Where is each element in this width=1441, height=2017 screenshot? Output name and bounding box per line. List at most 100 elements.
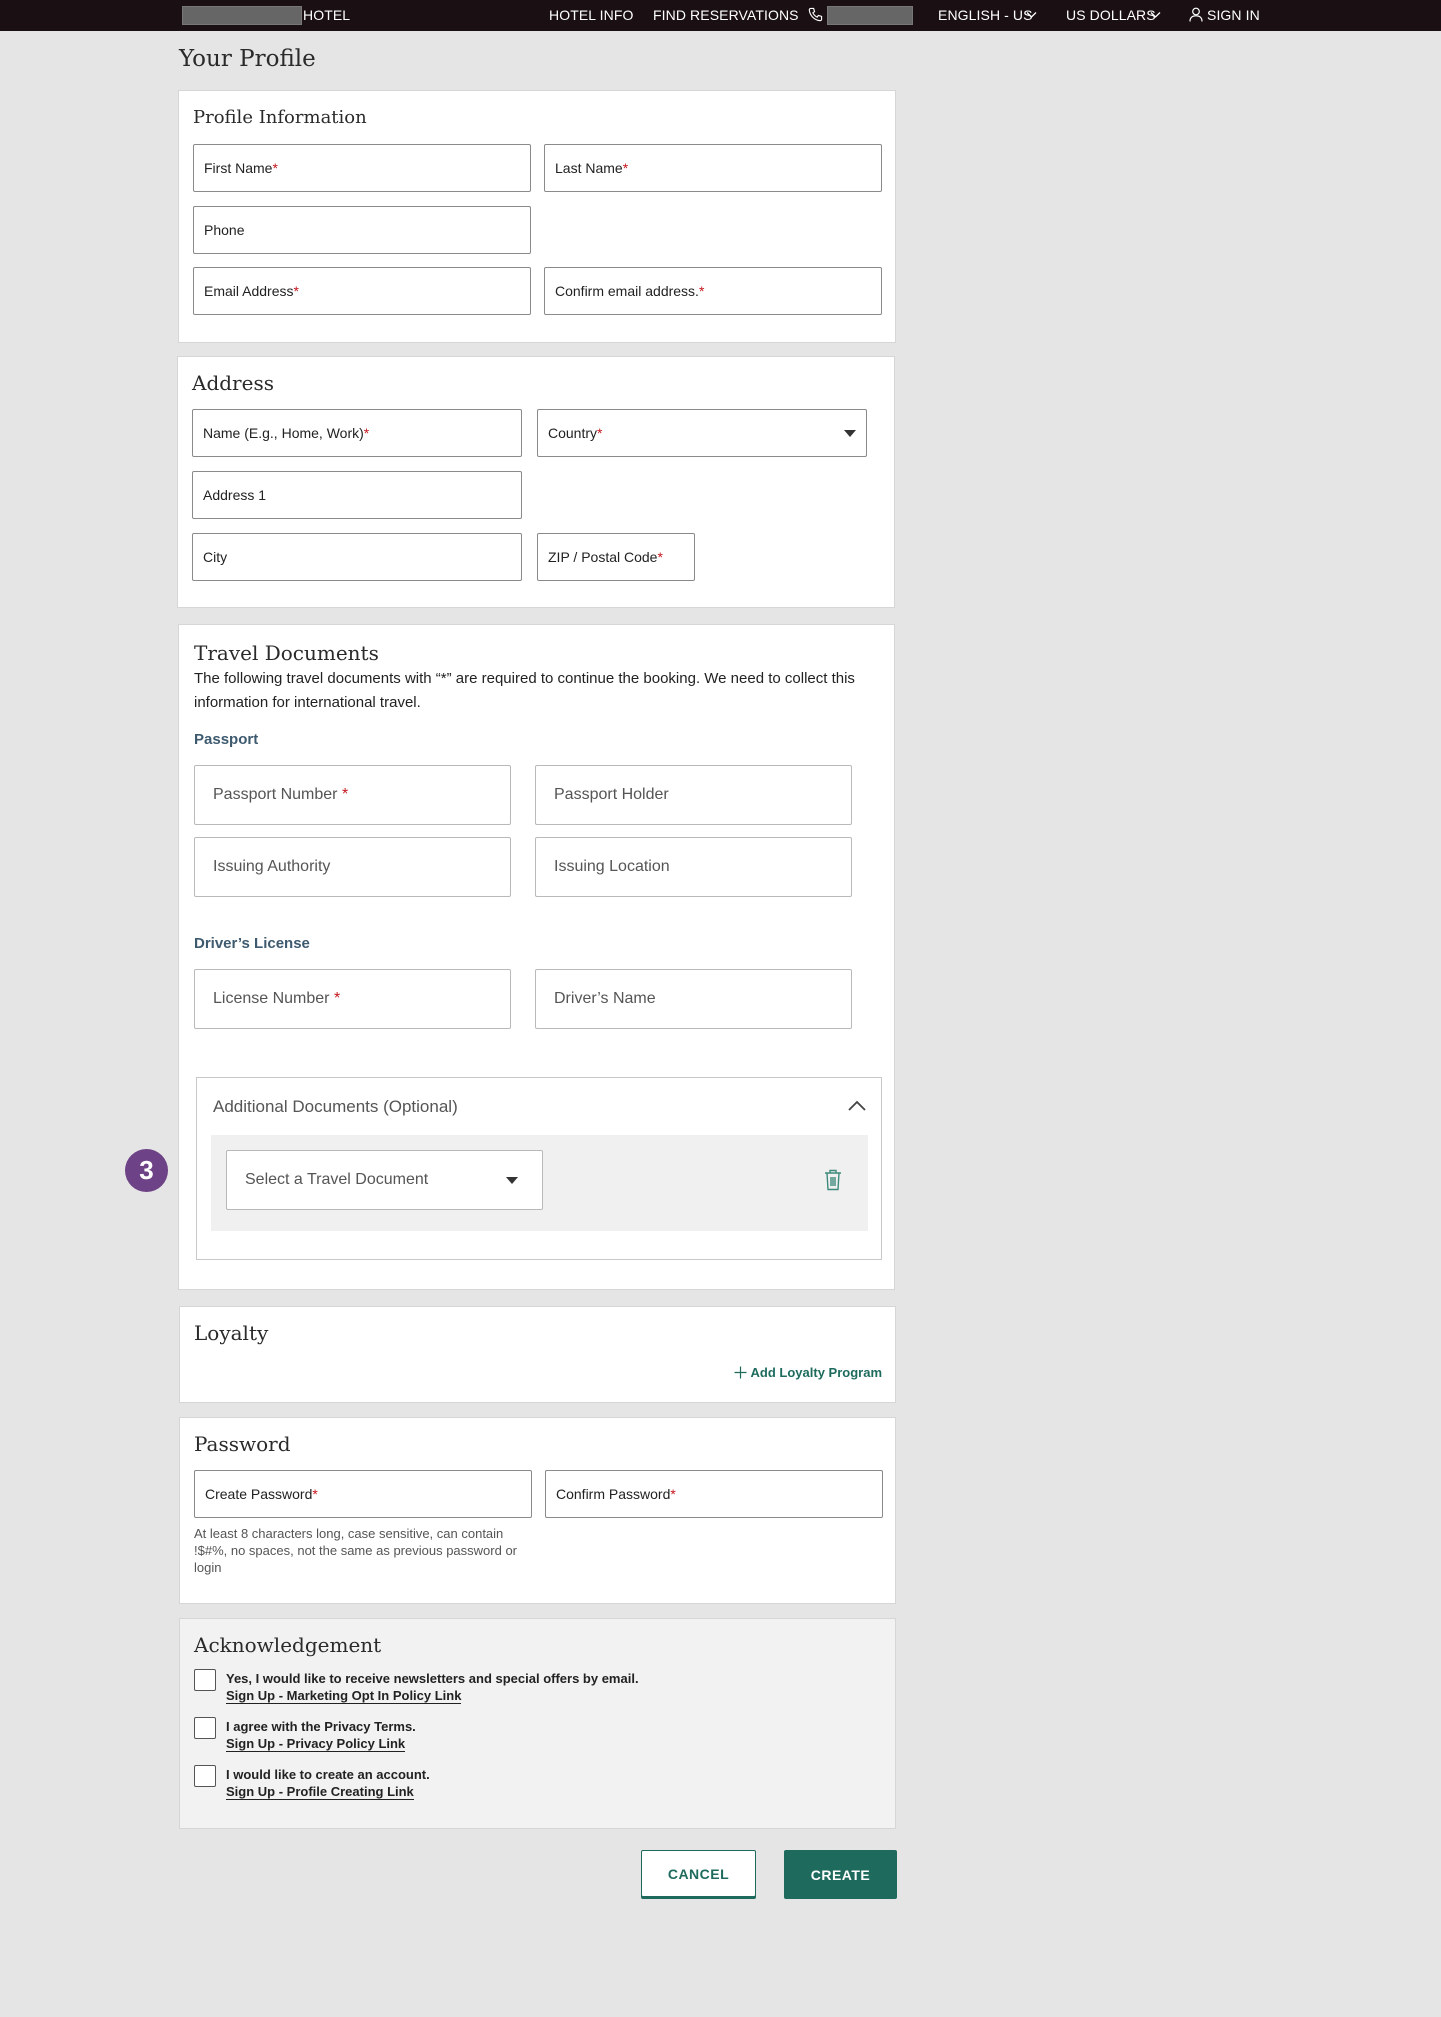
last-name-label: Last Name bbox=[555, 160, 623, 176]
currency-selector[interactable]: US DOLLARS bbox=[1066, 8, 1156, 23]
loyalty-card: Loyalty Add Loyalty Program bbox=[179, 1306, 896, 1403]
privacy-terms-checkbox[interactable] bbox=[194, 1717, 216, 1739]
address-card: Address Name (E.g., Home, Work)* Country… bbox=[177, 356, 895, 608]
travel-document-select-label: Select a Travel Document bbox=[245, 1171, 429, 1188]
confirm-password-label: Confirm Password bbox=[556, 1486, 671, 1502]
document-row: Select a Travel Document bbox=[211, 1135, 868, 1231]
first-name-label: First Name bbox=[204, 160, 273, 176]
add-loyalty-program-label: Add Loyalty Program bbox=[750, 1365, 882, 1380]
newsletter-consent-text: Yes, I would like to receive newsletters… bbox=[226, 1671, 639, 1686]
country-select[interactable]: Country* bbox=[537, 409, 867, 457]
zip-field[interactable]: ZIP / Postal Code* bbox=[537, 533, 695, 581]
dropdown-arrow-icon bbox=[844, 430, 856, 437]
acknowledgement-section-title: Acknowledgement bbox=[194, 1633, 382, 1657]
hotel-logo-redacted[interactable] bbox=[182, 6, 302, 25]
required-mark: * bbox=[272, 160, 278, 176]
required-mark: * bbox=[341, 786, 349, 803]
address-section-title: Address bbox=[192, 371, 274, 395]
dropdown-arrow-icon bbox=[506, 1177, 518, 1184]
first-name-field[interactable]: First Name* bbox=[193, 144, 531, 192]
loyalty-section-title: Loyalty bbox=[194, 1321, 269, 1345]
additional-documents-panel: Additional Documents (Optional) Select a… bbox=[196, 1077, 882, 1260]
drivers-license-heading: Driver’s License bbox=[194, 935, 310, 952]
brand-name[interactable]: HOTEL bbox=[303, 8, 350, 23]
phone-label: Phone bbox=[204, 222, 245, 238]
passport-number-label: Passport Number bbox=[213, 786, 338, 803]
passport-number-field[interactable]: Passport Number * bbox=[194, 765, 511, 825]
top-nav: HOTEL HOTEL INFO FIND RESERVATIONS ENGLI… bbox=[0, 0, 1441, 31]
license-number-label: License Number bbox=[213, 990, 330, 1007]
required-mark: * bbox=[670, 1486, 676, 1502]
password-section-title: Password bbox=[194, 1432, 291, 1456]
city-field[interactable]: City bbox=[192, 533, 522, 581]
create-password-label: Create Password bbox=[205, 1486, 313, 1502]
confirm-email-field[interactable]: Confirm email address.* bbox=[544, 267, 882, 315]
create-password-field[interactable]: Create Password* bbox=[194, 1470, 532, 1518]
required-mark: * bbox=[698, 283, 705, 299]
privacy-terms-text: I agree with the Privacy Terms. bbox=[226, 1719, 416, 1734]
required-mark: * bbox=[312, 1486, 318, 1502]
phone-field[interactable]: Phone bbox=[193, 206, 531, 254]
chevron-down-icon bbox=[1026, 12, 1037, 18]
chevron-up-icon[interactable] bbox=[847, 1100, 867, 1112]
user-icon bbox=[1189, 7, 1203, 22]
travel-section-title: Travel Documents bbox=[194, 641, 379, 665]
create-account-text: I would like to create an account. bbox=[226, 1767, 430, 1782]
license-number-field[interactable]: License Number * bbox=[194, 969, 511, 1029]
privacy-policy-link[interactable]: Sign Up - Privacy Policy Link bbox=[226, 1736, 406, 1752]
password-card: Password Create Password* Confirm Passwo… bbox=[179, 1417, 896, 1604]
cancel-button[interactable]: CANCEL bbox=[641, 1850, 756, 1897]
confirm-email-label: Confirm email address. bbox=[555, 283, 699, 299]
plus-icon bbox=[734, 1366, 747, 1379]
required-mark: * bbox=[657, 549, 663, 565]
required-mark: * bbox=[333, 990, 341, 1007]
passport-holder-field[interactable]: Passport Holder bbox=[535, 765, 852, 825]
address-name-label: Name (E.g., Home, Work) bbox=[203, 425, 364, 441]
address1-field[interactable]: Address 1 bbox=[192, 471, 522, 519]
language-selector[interactable]: ENGLISH - US bbox=[938, 8, 1033, 23]
profile-information-card: Profile Information First Name* Last Nam… bbox=[178, 90, 896, 343]
last-name-field[interactable]: Last Name* bbox=[544, 144, 882, 192]
zip-label: ZIP / Postal Code bbox=[548, 549, 658, 565]
passport-holder-label: Passport Holder bbox=[554, 786, 669, 803]
add-loyalty-program-button[interactable]: Add Loyalty Program bbox=[734, 1365, 882, 1380]
profile-section-title: Profile Information bbox=[193, 107, 367, 128]
drivers-name-label: Driver’s Name bbox=[554, 990, 656, 1007]
issuing-authority-field[interactable]: Issuing Authority bbox=[194, 837, 511, 897]
passport-heading: Passport bbox=[194, 731, 259, 748]
address1-label: Address 1 bbox=[203, 487, 267, 503]
chevron-down-icon bbox=[1150, 12, 1161, 18]
create-account-checkbox[interactable] bbox=[194, 1765, 216, 1787]
sign-in-link[interactable]: SIGN IN bbox=[1207, 8, 1260, 23]
confirm-password-field[interactable]: Confirm Password* bbox=[545, 1470, 883, 1518]
trash-icon[interactable] bbox=[824, 1169, 842, 1191]
additional-documents-title[interactable]: Additional Documents (Optional) bbox=[213, 1097, 458, 1117]
newsletter-checkbox[interactable] bbox=[194, 1669, 216, 1691]
phone-number-redacted[interactable] bbox=[827, 6, 913, 25]
address-name-field[interactable]: Name (E.g., Home, Work)* bbox=[192, 409, 522, 457]
issuing-location-label: Issuing Location bbox=[554, 858, 670, 875]
required-mark: * bbox=[293, 283, 299, 299]
acknowledgement-card: Acknowledgement Yes, I would like to rec… bbox=[179, 1618, 896, 1829]
email-label: Email Address bbox=[204, 283, 294, 299]
nav-hotel-info-link[interactable]: HOTEL INFO bbox=[549, 8, 634, 23]
nav-find-reservations-link[interactable]: FIND RESERVATIONS bbox=[653, 8, 799, 23]
travel-document-select[interactable]: Select a Travel Document bbox=[226, 1150, 543, 1210]
required-mark: * bbox=[363, 425, 370, 441]
password-hint: At least 8 characters long, case sensiti… bbox=[194, 1526, 518, 1575]
city-label: City bbox=[203, 549, 228, 565]
phone-icon bbox=[808, 7, 823, 22]
required-mark: * bbox=[597, 425, 603, 441]
marketing-policy-link[interactable]: Sign Up - Marketing Opt In Policy Link bbox=[226, 1688, 462, 1704]
issuing-location-field[interactable]: Issuing Location bbox=[535, 837, 852, 897]
step-number-badge: 3 bbox=[125, 1149, 168, 1192]
page-title: Your Profile bbox=[179, 46, 316, 72]
required-mark: * bbox=[622, 160, 629, 176]
travel-documents-card: Travel Documents The following travel do… bbox=[178, 624, 895, 1290]
travel-description: The following travel documents with “*” … bbox=[194, 670, 855, 711]
create-button[interactable]: CREATE bbox=[784, 1850, 897, 1899]
profile-creating-link[interactable]: Sign Up - Profile Creating Link bbox=[226, 1784, 414, 1800]
country-label: Country bbox=[548, 425, 598, 441]
drivers-name-field[interactable]: Driver’s Name bbox=[535, 969, 852, 1029]
email-field[interactable]: Email Address* bbox=[193, 267, 531, 315]
